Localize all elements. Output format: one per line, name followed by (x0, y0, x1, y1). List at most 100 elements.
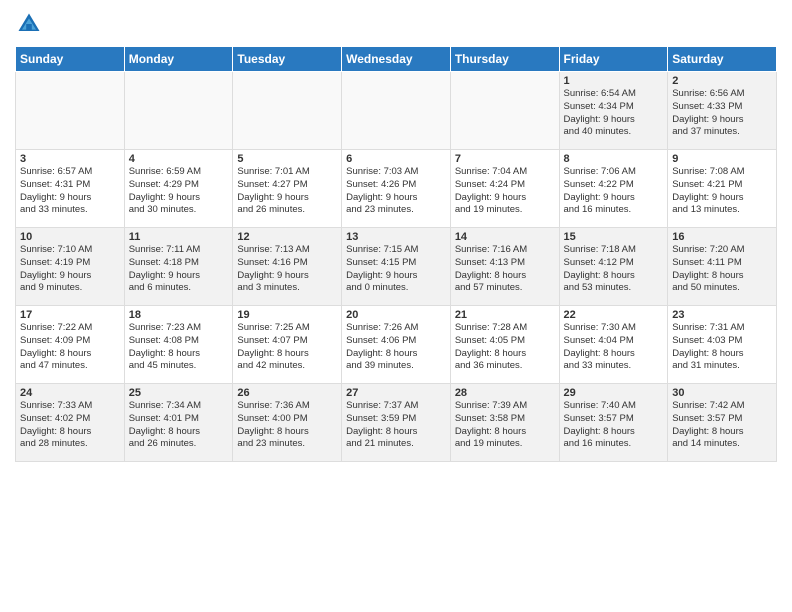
day-info: Sunrise: 7:06 AM Sunset: 4:22 PM Dayligh… (564, 166, 664, 217)
calendar-cell: 25Sunrise: 7:34 AM Sunset: 4:01 PM Dayli… (124, 384, 233, 462)
day-number: 23 (672, 309, 772, 321)
calendar-cell (342, 72, 451, 150)
calendar-cell: 20Sunrise: 7:26 AM Sunset: 4:06 PM Dayli… (342, 306, 451, 384)
col-header-tuesday: Tuesday (233, 47, 342, 72)
day-number: 9 (672, 153, 772, 165)
calendar-cell: 14Sunrise: 7:16 AM Sunset: 4:13 PM Dayli… (450, 228, 559, 306)
day-number: 21 (455, 309, 555, 321)
calendar-cell: 13Sunrise: 7:15 AM Sunset: 4:15 PM Dayli… (342, 228, 451, 306)
day-number: 11 (129, 231, 229, 243)
day-info: Sunrise: 6:59 AM Sunset: 4:29 PM Dayligh… (129, 166, 229, 217)
day-info: Sunrise: 7:20 AM Sunset: 4:11 PM Dayligh… (672, 244, 772, 295)
day-number: 22 (564, 309, 664, 321)
day-number: 6 (346, 153, 446, 165)
header (15, 10, 777, 38)
day-info: Sunrise: 7:26 AM Sunset: 4:06 PM Dayligh… (346, 322, 446, 373)
calendar-cell: 4Sunrise: 6:59 AM Sunset: 4:29 PM Daylig… (124, 150, 233, 228)
week-row-3: 17Sunrise: 7:22 AM Sunset: 4:09 PM Dayli… (16, 306, 777, 384)
day-info: Sunrise: 6:56 AM Sunset: 4:33 PM Dayligh… (672, 88, 772, 139)
header-row: SundayMondayTuesdayWednesdayThursdayFrid… (16, 47, 777, 72)
calendar-cell: 15Sunrise: 7:18 AM Sunset: 4:12 PM Dayli… (559, 228, 668, 306)
logo-icon (15, 10, 43, 38)
calendar-cell: 11Sunrise: 7:11 AM Sunset: 4:18 PM Dayli… (124, 228, 233, 306)
day-number: 26 (237, 387, 337, 399)
day-number: 20 (346, 309, 446, 321)
calendar-cell: 3Sunrise: 6:57 AM Sunset: 4:31 PM Daylig… (16, 150, 125, 228)
day-info: Sunrise: 7:16 AM Sunset: 4:13 PM Dayligh… (455, 244, 555, 295)
day-number: 15 (564, 231, 664, 243)
calendar-cell: 9Sunrise: 7:08 AM Sunset: 4:21 PM Daylig… (668, 150, 777, 228)
calendar-cell: 29Sunrise: 7:40 AM Sunset: 3:57 PM Dayli… (559, 384, 668, 462)
week-row-1: 3Sunrise: 6:57 AM Sunset: 4:31 PM Daylig… (16, 150, 777, 228)
week-row-0: 1Sunrise: 6:54 AM Sunset: 4:34 PM Daylig… (16, 72, 777, 150)
day-info: Sunrise: 7:11 AM Sunset: 4:18 PM Dayligh… (129, 244, 229, 295)
calendar-cell (124, 72, 233, 150)
day-number: 25 (129, 387, 229, 399)
day-info: Sunrise: 7:10 AM Sunset: 4:19 PM Dayligh… (20, 244, 120, 295)
calendar-cell: 6Sunrise: 7:03 AM Sunset: 4:26 PM Daylig… (342, 150, 451, 228)
day-number: 14 (455, 231, 555, 243)
day-number: 28 (455, 387, 555, 399)
day-number: 8 (564, 153, 664, 165)
col-header-thursday: Thursday (450, 47, 559, 72)
calendar-cell: 28Sunrise: 7:39 AM Sunset: 3:58 PM Dayli… (450, 384, 559, 462)
day-number: 13 (346, 231, 446, 243)
calendar-cell: 7Sunrise: 7:04 AM Sunset: 4:24 PM Daylig… (450, 150, 559, 228)
calendar-cell: 1Sunrise: 6:54 AM Sunset: 4:34 PM Daylig… (559, 72, 668, 150)
day-number: 29 (564, 387, 664, 399)
col-header-wednesday: Wednesday (342, 47, 451, 72)
calendar-cell: 10Sunrise: 7:10 AM Sunset: 4:19 PM Dayli… (16, 228, 125, 306)
day-info: Sunrise: 7:28 AM Sunset: 4:05 PM Dayligh… (455, 322, 555, 373)
day-number: 2 (672, 75, 772, 87)
day-info: Sunrise: 7:22 AM Sunset: 4:09 PM Dayligh… (20, 322, 120, 373)
day-info: Sunrise: 6:54 AM Sunset: 4:34 PM Dayligh… (564, 88, 664, 139)
calendar-cell: 27Sunrise: 7:37 AM Sunset: 3:59 PM Dayli… (342, 384, 451, 462)
day-info: Sunrise: 7:40 AM Sunset: 3:57 PM Dayligh… (564, 400, 664, 451)
day-number: 30 (672, 387, 772, 399)
day-info: Sunrise: 7:34 AM Sunset: 4:01 PM Dayligh… (129, 400, 229, 451)
week-row-2: 10Sunrise: 7:10 AM Sunset: 4:19 PM Dayli… (16, 228, 777, 306)
calendar-cell: 8Sunrise: 7:06 AM Sunset: 4:22 PM Daylig… (559, 150, 668, 228)
day-info: Sunrise: 6:57 AM Sunset: 4:31 PM Dayligh… (20, 166, 120, 217)
day-info: Sunrise: 7:01 AM Sunset: 4:27 PM Dayligh… (237, 166, 337, 217)
day-number: 3 (20, 153, 120, 165)
calendar-cell: 18Sunrise: 7:23 AM Sunset: 4:08 PM Dayli… (124, 306, 233, 384)
page-container: SundayMondayTuesdayWednesdayThursdayFrid… (0, 0, 792, 472)
calendar-cell (16, 72, 125, 150)
calendar-cell: 16Sunrise: 7:20 AM Sunset: 4:11 PM Dayli… (668, 228, 777, 306)
day-number: 10 (20, 231, 120, 243)
day-info: Sunrise: 7:39 AM Sunset: 3:58 PM Dayligh… (455, 400, 555, 451)
day-info: Sunrise: 7:13 AM Sunset: 4:16 PM Dayligh… (237, 244, 337, 295)
day-info: Sunrise: 7:37 AM Sunset: 3:59 PM Dayligh… (346, 400, 446, 451)
day-info: Sunrise: 7:25 AM Sunset: 4:07 PM Dayligh… (237, 322, 337, 373)
col-header-monday: Monday (124, 47, 233, 72)
day-info: Sunrise: 7:23 AM Sunset: 4:08 PM Dayligh… (129, 322, 229, 373)
calendar-cell: 26Sunrise: 7:36 AM Sunset: 4:00 PM Dayli… (233, 384, 342, 462)
day-info: Sunrise: 7:08 AM Sunset: 4:21 PM Dayligh… (672, 166, 772, 217)
day-number: 17 (20, 309, 120, 321)
day-number: 16 (672, 231, 772, 243)
calendar-cell: 21Sunrise: 7:28 AM Sunset: 4:05 PM Dayli… (450, 306, 559, 384)
calendar-cell: 2Sunrise: 6:56 AM Sunset: 4:33 PM Daylig… (668, 72, 777, 150)
col-header-sunday: Sunday (16, 47, 125, 72)
day-number: 27 (346, 387, 446, 399)
calendar-cell: 24Sunrise: 7:33 AM Sunset: 4:02 PM Dayli… (16, 384, 125, 462)
calendar-cell: 17Sunrise: 7:22 AM Sunset: 4:09 PM Dayli… (16, 306, 125, 384)
day-number: 4 (129, 153, 229, 165)
day-number: 19 (237, 309, 337, 321)
calendar-cell: 12Sunrise: 7:13 AM Sunset: 4:16 PM Dayli… (233, 228, 342, 306)
calendar-table: SundayMondayTuesdayWednesdayThursdayFrid… (15, 46, 777, 462)
col-header-friday: Friday (559, 47, 668, 72)
day-number: 12 (237, 231, 337, 243)
day-info: Sunrise: 7:15 AM Sunset: 4:15 PM Dayligh… (346, 244, 446, 295)
day-info: Sunrise: 7:36 AM Sunset: 4:00 PM Dayligh… (237, 400, 337, 451)
day-info: Sunrise: 7:04 AM Sunset: 4:24 PM Dayligh… (455, 166, 555, 217)
day-info: Sunrise: 7:03 AM Sunset: 4:26 PM Dayligh… (346, 166, 446, 217)
calendar-cell: 5Sunrise: 7:01 AM Sunset: 4:27 PM Daylig… (233, 150, 342, 228)
day-info: Sunrise: 7:33 AM Sunset: 4:02 PM Dayligh… (20, 400, 120, 451)
calendar-cell (450, 72, 559, 150)
day-number: 5 (237, 153, 337, 165)
day-info: Sunrise: 7:30 AM Sunset: 4:04 PM Dayligh… (564, 322, 664, 373)
calendar-cell: 23Sunrise: 7:31 AM Sunset: 4:03 PM Dayli… (668, 306, 777, 384)
day-number: 18 (129, 309, 229, 321)
